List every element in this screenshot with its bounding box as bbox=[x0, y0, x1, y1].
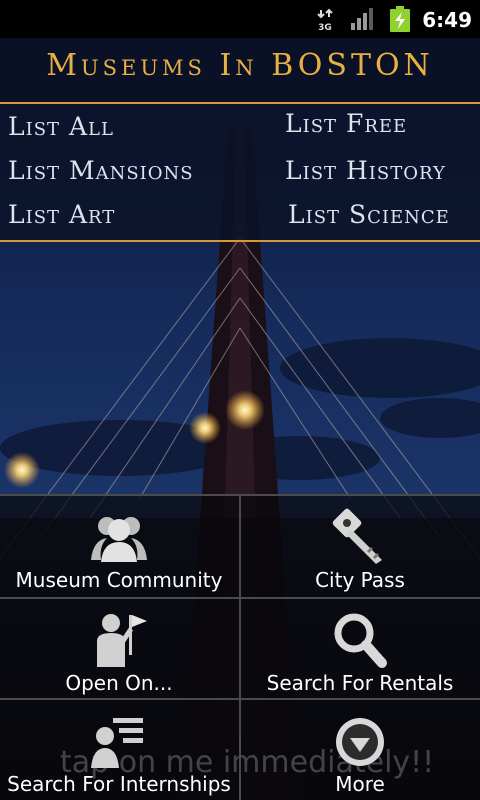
magnifier-icon bbox=[334, 613, 387, 668]
open-on-button[interactable]: Open On... bbox=[0, 599, 238, 699]
key-icon bbox=[332, 508, 382, 564]
list-science-link[interactable]: List Science bbox=[288, 200, 450, 229]
search-rentals-label: Search For Rentals bbox=[266, 671, 454, 695]
battery-charging-icon bbox=[390, 6, 410, 32]
network-type-label: 3G bbox=[318, 23, 332, 32]
list-free-link[interactable]: List Free bbox=[285, 109, 407, 138]
people-group-icon bbox=[91, 517, 147, 562]
chevron-down-circle-icon bbox=[336, 718, 384, 766]
status-bar: 3G 6:49 bbox=[0, 0, 480, 38]
open-on-label: Open On... bbox=[65, 671, 173, 695]
search-internships-button[interactable]: Search For Internships bbox=[0, 700, 238, 800]
more-label: More bbox=[335, 772, 385, 796]
list-all-link[interactable]: List All bbox=[8, 112, 114, 141]
search-rentals-button[interactable]: Search For Rentals bbox=[241, 599, 479, 699]
person-flag-icon bbox=[97, 614, 147, 667]
list-art-link[interactable]: List Art bbox=[8, 200, 115, 229]
list-mansions-link[interactable]: List Mansions bbox=[8, 156, 194, 185]
more-button[interactable]: More bbox=[241, 700, 479, 800]
signal-strength-icon bbox=[351, 8, 373, 30]
header-divider-bottom bbox=[0, 240, 480, 242]
person-list-icon bbox=[91, 718, 143, 768]
city-pass-button[interactable]: City Pass bbox=[241, 496, 479, 596]
app-title: Museums In BOSTON bbox=[46, 48, 434, 83]
museum-community-button[interactable]: Museum Community bbox=[0, 496, 238, 596]
status-time: 6:49 bbox=[422, 8, 472, 32]
list-history-link[interactable]: List History bbox=[285, 156, 446, 185]
network-3g-icon: 3G bbox=[317, 8, 333, 32]
museum-community-label: Museum Community bbox=[15, 568, 223, 592]
city-pass-label: City Pass bbox=[315, 568, 405, 592]
search-internships-label: Search For Internships bbox=[7, 772, 231, 796]
